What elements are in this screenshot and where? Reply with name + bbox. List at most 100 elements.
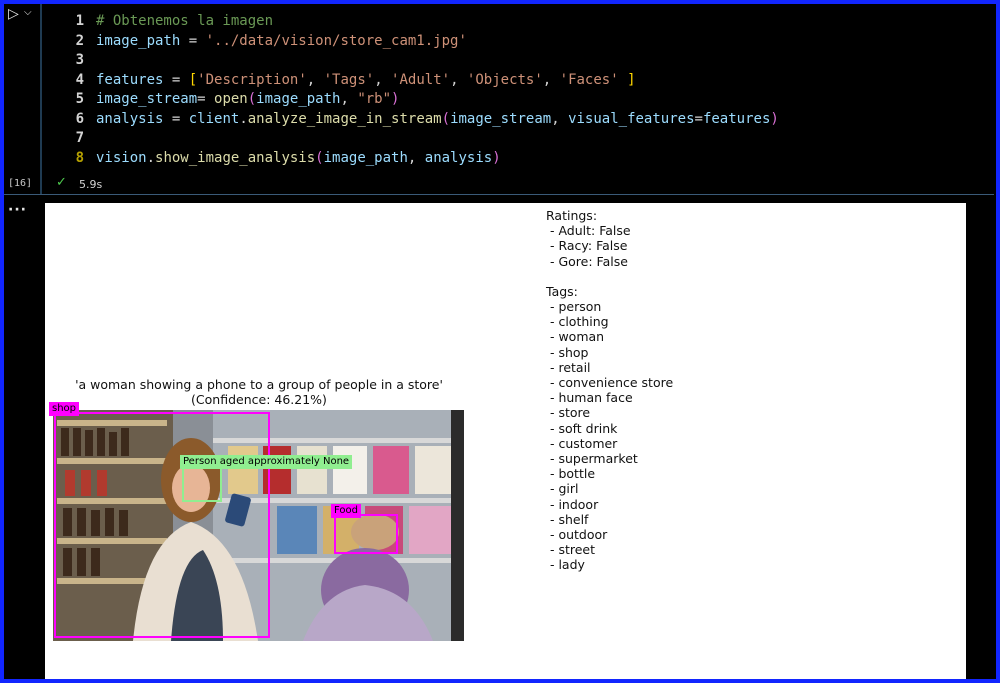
code-token: client xyxy=(188,110,240,127)
rating-item: - Gore: False xyxy=(546,253,628,269)
tags-list: - person - clothing - woman - shop - ret… xyxy=(546,299,673,573)
code-token: image_path xyxy=(96,32,181,49)
caption-confidence: (Confidence: 46.21%) xyxy=(191,392,327,407)
code-token: open xyxy=(214,91,248,107)
tag-item: - girl xyxy=(546,481,579,497)
code-token: , xyxy=(407,149,425,166)
line-number: 5 xyxy=(75,91,84,107)
shop-label: shop xyxy=(49,402,80,416)
chevron-down-icon[interactable]: ⌵ xyxy=(24,6,36,20)
face-label: Person aged approximately None xyxy=(180,455,353,469)
tag-item: - store xyxy=(546,405,591,421)
code-token: , xyxy=(306,71,324,88)
code-text[interactable]: analysis = client.analyze_image_in_strea… xyxy=(96,110,779,130)
code-token: "rb" xyxy=(357,91,392,107)
code-editor[interactable]: 1 # Obtenemos la imagen 2 image_path = '../… xyxy=(42,12,990,168)
code-token: 'Tags' xyxy=(323,71,375,88)
tag-item: - shop xyxy=(546,344,589,360)
code-token: = xyxy=(163,110,189,127)
caption-text: 'a woman showing a phone to a group of p… xyxy=(75,377,443,392)
code-token: 'Adult' xyxy=(391,71,451,88)
analysis-text: Ratings: - Adult: False - Racy: False - … xyxy=(546,208,673,573)
tag-item: - indoor xyxy=(546,496,599,512)
tag-item: - human face xyxy=(546,390,633,406)
code-token: features xyxy=(96,71,164,88)
shop-bounding-box xyxy=(54,412,270,638)
image-caption: 'a woman showing a phone to a group of p… xyxy=(45,377,473,407)
tag-item: - convenience store xyxy=(546,375,674,391)
code-line[interactable]: 1 # Obtenemos la imagen xyxy=(42,12,990,32)
code-token: , xyxy=(542,71,560,88)
tag-item: - customer xyxy=(546,435,618,451)
code-text[interactable]: image_stream= open(image_path, "rb") xyxy=(96,90,399,110)
ratings-list: - Adult: False - Racy: False - Gore: Fal… xyxy=(546,223,673,269)
execution-time: 5.9s xyxy=(79,178,103,191)
code-text[interactable]: vision.show_image_analysis(image_path, a… xyxy=(96,149,501,169)
code-token: image_stream xyxy=(450,110,552,127)
code-token: ] xyxy=(618,71,636,88)
rating-item: - Racy: False xyxy=(546,238,628,254)
code-token: , xyxy=(450,71,467,88)
line-number: 3 xyxy=(75,52,84,68)
output-menu-icon[interactable]: ··· xyxy=(8,202,27,218)
tag-item: - supermarket xyxy=(546,451,638,467)
ratings-header: Ratings: xyxy=(546,208,598,223)
code-line[interactable]: 2 image_path = '../data/vision/store_cam1… xyxy=(42,32,990,52)
code-token: ) xyxy=(770,110,779,127)
code-token: , xyxy=(340,91,358,107)
tag-item: - person xyxy=(546,299,602,315)
tag-item: - woman xyxy=(546,329,605,345)
code-token: 'Faces' xyxy=(559,71,619,88)
code-token: . xyxy=(146,149,156,166)
code-token: 'Description' xyxy=(197,71,307,88)
line-number: 6 xyxy=(75,110,84,127)
rating-item: - Adult: False xyxy=(546,223,631,239)
line-number: 7 xyxy=(75,130,84,146)
code-token: , xyxy=(374,71,392,88)
code-token: . xyxy=(239,110,248,127)
food-bounding-box xyxy=(334,514,398,554)
code-line[interactable]: 7 xyxy=(42,129,990,149)
code-token: = xyxy=(694,110,703,127)
code-token: = xyxy=(197,91,215,107)
code-line[interactable]: 6 analysis = client.analyze_image_in_stre… xyxy=(42,110,990,130)
tag-item: - shelf xyxy=(546,511,589,527)
code-token: ) xyxy=(492,149,501,166)
code-token: # Obtenemos la imagen xyxy=(96,13,274,29)
code-token: analysis xyxy=(96,110,164,127)
line-number: 1 xyxy=(75,13,84,29)
code-cell[interactable]: ▷ ⌵ 1 # Obtenemos la imagen 2 image_path = … xyxy=(4,4,994,195)
cell-output: 'a woman showing a phone to a group of p… xyxy=(45,203,966,679)
code-line[interactable]: 5 image_stream= open(image_path, "rb") xyxy=(42,90,990,110)
tag-item: - outdoor xyxy=(546,527,608,543)
tag-item: - bottle xyxy=(546,466,596,482)
code-token: , xyxy=(551,110,569,127)
run-cell-icon[interactable]: ▷ xyxy=(8,7,22,21)
code-token: analysis xyxy=(424,149,493,166)
code-line[interactable]: 8 vision.show_image_analysis(image_path, … xyxy=(42,149,990,169)
line-number: 4 xyxy=(75,71,84,88)
tag-item: - street xyxy=(546,542,596,558)
notebook-frame: ▷ ⌵ 1 # Obtenemos la imagen 2 image_path = … xyxy=(4,4,996,679)
code-token: image_path xyxy=(323,149,408,166)
code-token: image_path xyxy=(256,91,341,107)
tag-item: - lady xyxy=(546,557,585,573)
code-line[interactable]: 4 features = ['Description', 'Tags', 'Adu… xyxy=(42,71,990,91)
code-text[interactable]: features = ['Description', 'Tags', 'Adul… xyxy=(96,71,636,91)
code-token: = xyxy=(163,71,189,88)
line-number: 2 xyxy=(75,32,84,49)
code-token: show_image_analysis xyxy=(155,149,316,166)
tags-header: Tags: xyxy=(546,283,578,299)
code-token: vision xyxy=(96,149,147,166)
tag-item: - retail xyxy=(546,359,591,375)
code-line[interactable]: 3 xyxy=(42,51,990,71)
code-text[interactable]: # Obtenemos la imagen xyxy=(96,12,273,32)
success-check-icon: ✓ xyxy=(56,175,67,190)
execution-count: [16] xyxy=(8,178,33,189)
code-token: ) xyxy=(391,91,400,107)
food-label: Food xyxy=(331,504,361,518)
code-token: 'Objects' xyxy=(466,71,543,88)
line-number: 8 xyxy=(75,149,84,166)
code-token: = xyxy=(180,32,206,49)
code-text[interactable]: image_path = '../data/vision/store_cam1.… xyxy=(96,32,467,52)
